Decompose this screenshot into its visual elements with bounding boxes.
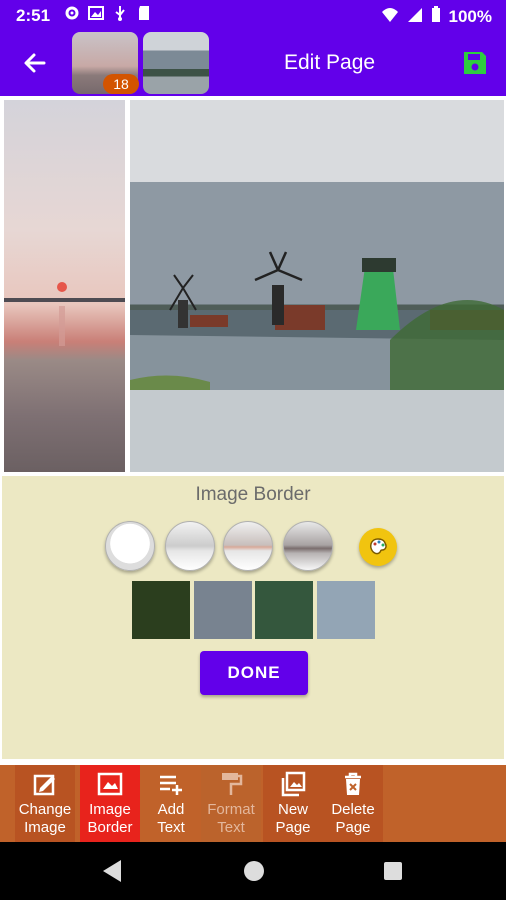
battery-icon — [431, 6, 441, 28]
color-swatch-1[interactable] — [132, 581, 190, 639]
image-border-panel: Image Border DONE — [2, 476, 504, 759]
app-bar: 18 Edit Page — [0, 30, 506, 96]
page-thumbnail-windmills[interactable] — [143, 32, 209, 94]
color-swatch-4[interactable] — [317, 581, 375, 639]
status-time: 2:51 — [16, 6, 51, 25]
nav-recents-icon[interactable] — [384, 862, 402, 880]
add-text-icon — [158, 771, 184, 797]
status-icons — [64, 5, 152, 21]
change-image-button[interactable]: Change Image — [15, 765, 75, 842]
new-page-icon — [280, 771, 306, 797]
new-page-button[interactable]: New Page — [263, 765, 323, 842]
back-arrow-icon[interactable] — [20, 48, 50, 78]
bottom-toolbar: Change Image Image Border Add Text Forma… — [0, 762, 506, 842]
nav-back-icon[interactable] — [103, 860, 121, 882]
status-bar: 2:51 100% — [0, 0, 506, 30]
done-button[interactable]: DONE — [200, 651, 308, 695]
system-nav-bar — [0, 842, 506, 900]
delete-page-button[interactable]: Delete Page — [323, 765, 383, 842]
delete-page-label: Delete Page — [331, 801, 375, 836]
wifi-icon — [381, 7, 399, 28]
nav-home-icon[interactable] — [244, 861, 264, 881]
sunset-photo[interactable] — [4, 100, 125, 472]
page-count-badge: 18 — [103, 74, 139, 94]
status-right: 100% — [381, 6, 492, 28]
panel-title: Image Border — [195, 484, 311, 505]
save-icon[interactable] — [462, 50, 488, 76]
format-text-label: Format Text — [207, 801, 255, 836]
border-style-option-4[interactable] — [283, 521, 333, 571]
battery-percent: 100% — [448, 7, 492, 26]
image-border-label: Image Border — [87, 801, 133, 836]
sd-card-icon — [136, 5, 152, 21]
add-text-button[interactable]: Add Text — [141, 765, 201, 842]
change-image-label: Change Image — [18, 801, 72, 836]
palette-icon[interactable] — [359, 528, 397, 566]
settings-icon — [64, 5, 80, 21]
trash-icon — [340, 771, 366, 797]
image-border-icon — [97, 771, 123, 797]
border-style-option-1[interactable] — [105, 521, 155, 571]
signal-icon — [407, 7, 423, 28]
image-border-button[interactable]: Image Border — [80, 765, 140, 842]
page-canvas — [0, 96, 506, 476]
border-style-option-3[interactable] — [223, 521, 273, 571]
edit-image-icon — [32, 771, 58, 797]
paint-roller-icon — [218, 771, 244, 797]
color-swatch-2[interactable] — [194, 581, 252, 639]
format-text-button[interactable]: Format Text — [201, 765, 261, 842]
color-swatch-3[interactable] — [255, 581, 313, 639]
windmills-photo[interactable] — [130, 100, 504, 472]
new-page-label: New Page — [275, 801, 311, 836]
page-title: Edit Page — [284, 51, 376, 74]
gallery-icon — [88, 5, 104, 21]
usb-icon — [112, 5, 128, 21]
add-text-label: Add Text — [157, 801, 185, 836]
border-style-option-2[interactable] — [165, 521, 215, 571]
